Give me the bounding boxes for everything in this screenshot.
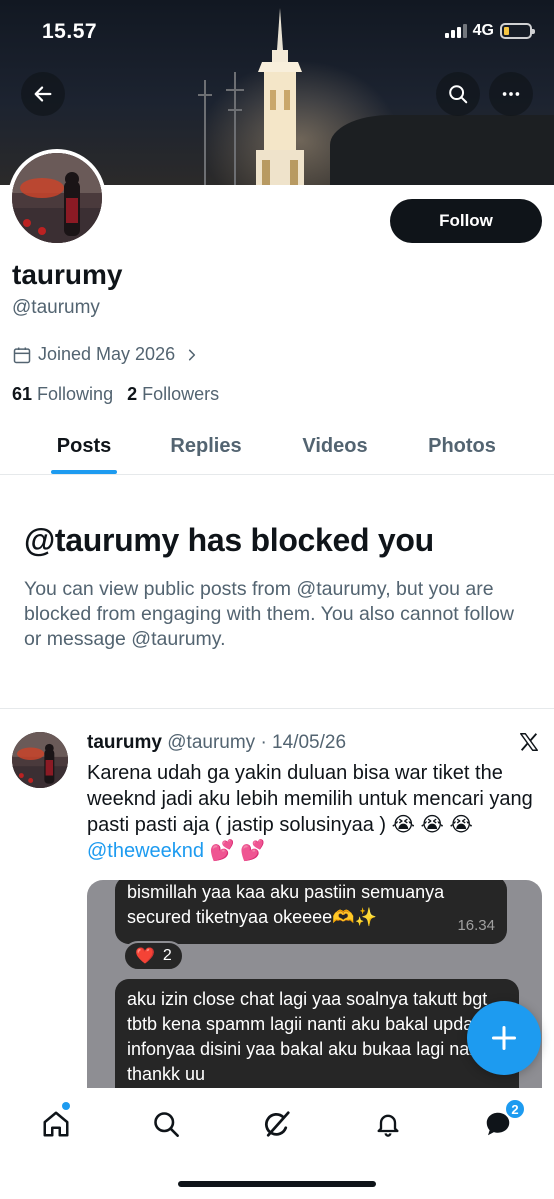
- grok-icon: [264, 1111, 290, 1137]
- home-indicator: [178, 1181, 376, 1187]
- joined-label: Joined May 2026: [38, 344, 176, 364]
- profile-handle: @taurumy: [12, 297, 100, 318]
- messages-badge: 2: [505, 1099, 525, 1119]
- blocked-title: @taurumy has blocked you: [24, 522, 434, 558]
- blocked-description: You can view public posts from @taurumy,…: [24, 578, 514, 650]
- avatar-image: [12, 153, 102, 243]
- battery-icon: [500, 23, 535, 39]
- bell-icon: [377, 1114, 399, 1137]
- heart-icon: ❤️: [135, 948, 155, 965]
- divider: [0, 708, 554, 709]
- chevron-right-icon: [189, 349, 196, 360]
- nav-notifications[interactable]: [368, 1104, 408, 1144]
- tab-videos[interactable]: Videos: [244, 418, 426, 474]
- home-icon: [43, 1111, 69, 1137]
- search-icon: [449, 85, 468, 104]
- nav-home[interactable]: [36, 1104, 76, 1144]
- explore-icon: [154, 1112, 179, 1137]
- home-notification-dot: [62, 1102, 70, 1110]
- tab-replies[interactable]: Replies: [168, 418, 244, 474]
- chat-bubble-text: aku izin close chat lagi yaa soalnya tak…: [127, 989, 489, 1084]
- post-meta: @taurumy · 14/05/26: [167, 732, 347, 753]
- mention-link[interactable]: @theweeknd: [87, 840, 204, 862]
- chat-bubble: aku izin close chat lagi yaa soalnya tak…: [115, 979, 519, 1090]
- post-author-name[interactable]: taurumy: [87, 732, 162, 753]
- followers-link[interactable]: 2 Followers: [127, 384, 219, 405]
- follow-button[interactable]: Follow: [390, 199, 542, 243]
- plus-icon: [491, 1025, 517, 1051]
- signal-icon: [444, 24, 467, 38]
- following-count: 61: [12, 384, 33, 404]
- profile-display-name: taurumy: [12, 259, 123, 290]
- status-time: 15.57: [42, 20, 98, 43]
- profile-avatar[interactable]: [8, 149, 106, 247]
- status-indicators: 4G: [444, 22, 535, 40]
- search-button[interactable]: [436, 72, 480, 116]
- calendar-icon: [13, 347, 31, 363]
- following-label: Following: [37, 384, 114, 404]
- tab-label: Videos: [302, 434, 368, 457]
- nav-grok[interactable]: [257, 1104, 297, 1144]
- nav-explore[interactable]: [146, 1104, 186, 1144]
- tab-posts[interactable]: Posts: [0, 418, 168, 474]
- followers-label: Followers: [142, 384, 220, 404]
- post-avatar-image: [12, 732, 68, 788]
- follow-stats: 61 Following 2 Followers: [12, 384, 219, 405]
- chat-bubble-text: bismillah yaa kaa aku pastiin semuanya s…: [127, 882, 445, 927]
- joined-date[interactable]: Joined May 2026: [12, 344, 199, 365]
- post-header: taurumy @taurumy · 14/05/26: [87, 732, 346, 754]
- network-type: 4G: [472, 22, 494, 39]
- post-text-tail: 💕 💕: [204, 840, 265, 862]
- more-button[interactable]: [489, 72, 533, 116]
- x-logo-icon: [520, 733, 538, 751]
- chat-bubble: bismillah yaa kaa aku pastiin semuanya s…: [115, 880, 507, 944]
- compose-button[interactable]: [467, 1001, 541, 1075]
- reaction-count: 2: [162, 947, 172, 964]
- chat-bubble-time: 16.34: [457, 917, 495, 934]
- more-icon: [502, 92, 520, 96]
- tab-label: Photos: [428, 434, 496, 457]
- profile-tabs: Posts Replies Videos Photos: [0, 418, 554, 475]
- post-text: Karena udah ga yakin duluan bisa war tik…: [87, 760, 542, 864]
- chat-reaction: ❤️ 2: [123, 941, 184, 971]
- back-button[interactable]: [21, 72, 65, 116]
- following-link[interactable]: 61 Following: [12, 384, 113, 405]
- tab-label: Posts: [56, 434, 112, 457]
- post-text-body: Karena udah ga yakin duluan bisa war tik…: [87, 762, 533, 836]
- back-arrow-icon: [34, 86, 52, 102]
- followers-count: 2: [127, 384, 138, 404]
- tab-photos[interactable]: Photos: [426, 418, 498, 474]
- tab-label: Replies: [170, 434, 242, 457]
- active-tab-indicator: [51, 470, 117, 474]
- post-avatar[interactable]: [12, 732, 68, 788]
